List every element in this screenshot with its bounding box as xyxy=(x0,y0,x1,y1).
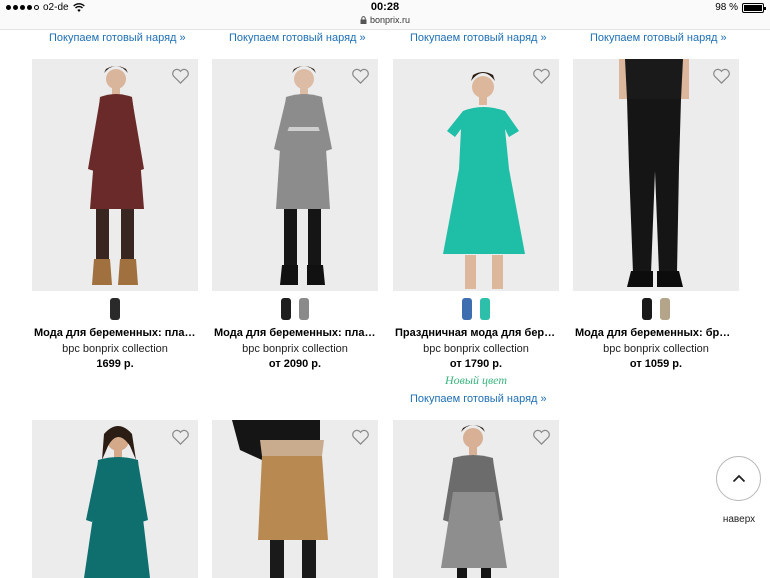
color-swatch[interactable] xyxy=(660,298,670,320)
product-card[interactable]: Мода для беременных: плат… bpc bonprix c… xyxy=(32,59,198,370)
product-brand: bpc bonprix collection xyxy=(62,343,168,355)
product-name[interactable]: Праздничная мода для бере… xyxy=(393,327,559,339)
battery-info: 98 % xyxy=(715,2,766,13)
color-swatches xyxy=(573,298,739,320)
new-color-label: Новый цвет xyxy=(444,373,508,387)
battery-icon xyxy=(742,2,766,13)
model-image xyxy=(274,66,332,285)
product-price: от 1059 р. xyxy=(629,358,683,370)
shop-outfit-link[interactable]: Покупаем готовый наряд » xyxy=(590,32,727,44)
battery-percent: 98 % xyxy=(715,2,738,13)
color-swatches xyxy=(32,298,198,320)
color-swatches xyxy=(393,298,559,320)
product-photo[interactable] xyxy=(32,59,198,291)
product-photo[interactable] xyxy=(393,420,559,578)
product-name[interactable]: Мода для беременных: плат… xyxy=(212,327,378,339)
product-card[interactable]: Мода для беременных: плат… bpc bonprix c… xyxy=(212,59,378,370)
model-image xyxy=(443,72,525,289)
product-card[interactable]: Праздничная мода для бере… bpc bonprix c… xyxy=(393,59,559,388)
wishlist-heart-icon[interactable] xyxy=(532,429,551,446)
product-card[interactable] xyxy=(32,420,198,578)
product-card[interactable] xyxy=(393,420,559,578)
color-swatch[interactable] xyxy=(462,298,472,320)
product-photo[interactable] xyxy=(212,420,378,578)
color-swatch[interactable] xyxy=(281,298,291,320)
url-text: bonprix.ru xyxy=(369,15,411,25)
product-name[interactable]: Мода для беременных: брюк… xyxy=(573,327,739,339)
shop-outfit-link[interactable]: Покупаем готовый наряд » xyxy=(410,32,547,44)
lock-icon xyxy=(360,16,367,24)
address-bar[interactable]: bonprix.ru xyxy=(0,15,770,25)
product-price: от 2090 р. xyxy=(268,358,322,370)
product-card[interactable] xyxy=(212,420,378,578)
wishlist-heart-icon[interactable] xyxy=(351,429,370,446)
color-swatch[interactable] xyxy=(299,298,309,320)
back-to-top-label[interactable]: наверх xyxy=(710,514,768,525)
shop-outfit-link[interactable]: Покупаем готовый наряд » xyxy=(49,32,186,44)
shop-outfit-link[interactable]: Покупаем готовый наряд » xyxy=(410,393,547,405)
wishlist-heart-icon[interactable] xyxy=(171,429,190,446)
wishlist-heart-icon[interactable] xyxy=(351,68,370,85)
product-brand: bpc bonprix collection xyxy=(603,343,709,355)
clock: 00:28 xyxy=(370,1,400,13)
color-swatch[interactable] xyxy=(642,298,652,320)
product-photo[interactable] xyxy=(212,59,378,291)
product-card[interactable]: Мода для беременных: брюк… bpc bonprix c… xyxy=(573,59,739,370)
back-to-top-button[interactable] xyxy=(716,456,761,501)
model-image xyxy=(619,59,689,287)
color-swatch[interactable] xyxy=(110,298,120,320)
wishlist-heart-icon[interactable] xyxy=(712,68,731,85)
product-price: 1699 р. xyxy=(96,358,134,370)
product-photo[interactable] xyxy=(393,59,559,291)
shop-outfit-link[interactable]: Покупаем готовый наряд » xyxy=(229,32,366,44)
product-brand: bpc bonprix collection xyxy=(423,343,529,355)
wishlist-heart-icon[interactable] xyxy=(532,68,551,85)
color-swatches xyxy=(212,298,378,320)
product-photo[interactable] xyxy=(32,420,198,578)
color-swatch[interactable] xyxy=(480,298,490,320)
wishlist-heart-icon[interactable] xyxy=(171,68,190,85)
product-name[interactable]: Мода для беременных: плат… xyxy=(32,327,198,339)
product-brand: bpc bonprix collection xyxy=(242,343,348,355)
product-price: от 1790 р. xyxy=(449,358,503,370)
product-photo[interactable] xyxy=(573,59,739,291)
chevron-up-icon xyxy=(732,474,745,483)
model-image xyxy=(88,66,144,285)
ios-status-bar: o2-de 00:28 bonprix.ru 98 % xyxy=(0,0,770,30)
